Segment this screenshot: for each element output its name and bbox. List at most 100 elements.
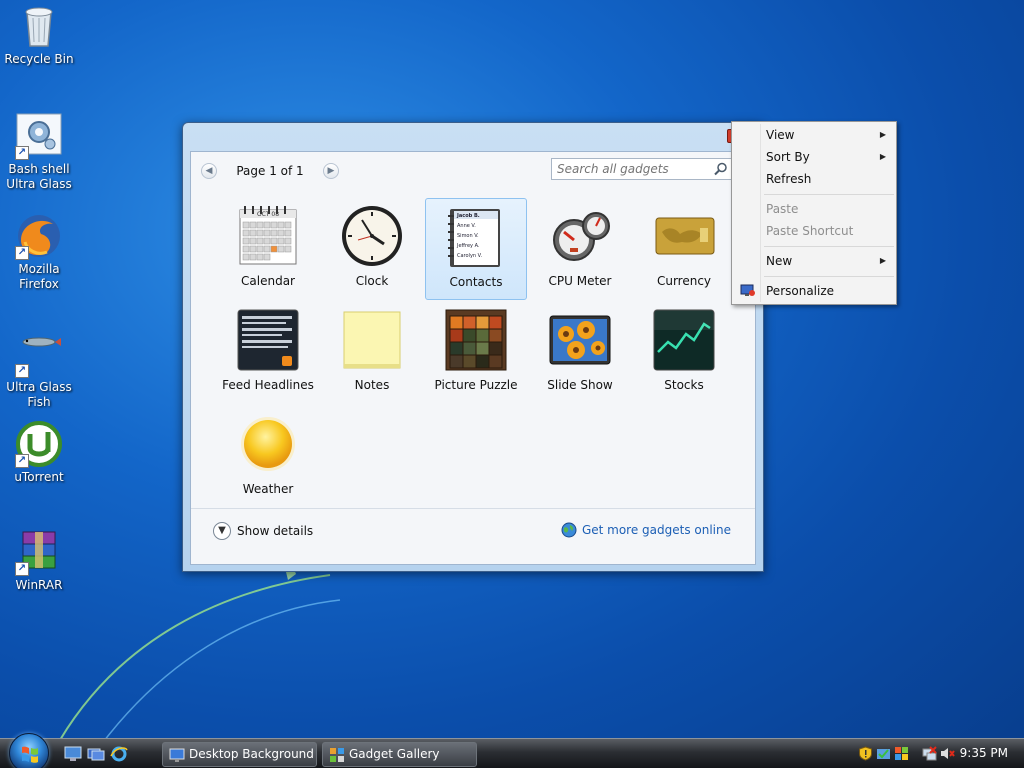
gadget-name: Picture Puzzle: [434, 378, 518, 392]
search-icon[interactable]: [714, 162, 728, 176]
windows-flag-icon[interactable]: [894, 746, 909, 761]
menu-item-label: Refresh: [766, 172, 812, 186]
contact-name: Carolyn V.: [457, 253, 483, 259]
search-box[interactable]: [551, 158, 733, 180]
feed-headlines-icon: [236, 308, 300, 372]
desktop-icon-label: Ultra Glass Fish: [6, 380, 72, 409]
volume-muted-icon[interactable]: [940, 746, 955, 761]
contacts-list: Jacob B. Anne V. Simon V. Jeffrey A. Car…: [457, 211, 497, 261]
gadget-name: Weather: [242, 482, 294, 496]
show-details-label: Show details: [237, 524, 314, 538]
menu-separator: [764, 194, 894, 195]
menu-item-refresh[interactable]: Refresh: [734, 168, 894, 190]
gadget-currency[interactable]: Currency: [633, 198, 735, 300]
menu-item-label: Sort By: [766, 150, 810, 164]
gadget-feed-headlines[interactable]: Feed Headlines: [217, 302, 319, 404]
gadget-picture-puzzle[interactable]: Picture Puzzle: [425, 302, 527, 404]
gadget-name: Notes: [354, 378, 390, 392]
shortcut-arrow-icon: ↗: [15, 562, 29, 576]
menu-item-view[interactable]: View ▶: [734, 124, 894, 146]
calendar-icon: OCT 08: [236, 204, 300, 268]
shortcut-arrow-icon: ↗: [15, 246, 29, 260]
gadget-calendar[interactable]: OCT 08 Calendar: [217, 198, 319, 300]
currency-icon: [652, 204, 716, 268]
desktop-icon-bash-shell[interactable]: ↗ Bash shell Ultra Glass: [2, 112, 76, 192]
gallery-body: ◀ Page 1 of 1 ▶ Search all gadgets OCT 0…: [190, 151, 756, 565]
shortcut-arrow-icon: ↗: [15, 364, 29, 378]
stocks-icon: [652, 308, 716, 372]
update-icon[interactable]: [876, 746, 891, 761]
personalize-icon: [740, 284, 755, 296]
calendar-month: OCT 08: [256, 211, 280, 218]
submenu-arrow-icon: ▶: [879, 256, 886, 265]
shortcut-arrow-icon: ↗: [15, 146, 29, 160]
desktop-icon-label: Bash shell Ultra Glass: [6, 162, 72, 191]
gadget-slide-show[interactable]: Slide Show: [529, 302, 631, 404]
picture-puzzle-icon: [444, 308, 508, 372]
menu-item-paste[interactable]: Paste: [734, 198, 894, 220]
footer-divider: [191, 508, 755, 509]
menu-item-label: New: [766, 254, 793, 268]
shortcut-arrow-icon: ↗: [15, 454, 29, 468]
taskbar: Desktop Background Gadget Gallery 9:35 P…: [0, 733, 1024, 768]
gadget-weather[interactable]: Weather: [217, 406, 319, 508]
get-more-label: Get more gadgets online: [581, 523, 731, 537]
desktop-context-menu: View ▶ Sort By ▶ Refresh Paste Paste Sho…: [731, 121, 897, 305]
menu-item-label: Personalize: [766, 284, 835, 298]
gadget-cpu-meter[interactable]: CPU Meter: [529, 198, 631, 300]
prev-page-button[interactable]: ◀: [201, 163, 217, 179]
get-more-gadgets-link[interactable]: Get more gadgets online: [561, 522, 731, 538]
gadget-name: Stocks: [664, 378, 704, 392]
contacts-icon: Jacob B. Anne V. Simon V. Jeffrey A. Car…: [444, 205, 508, 269]
taskbar-button-gadget-gallery[interactable]: Gadget Gallery: [322, 742, 477, 767]
switch-windows-icon[interactable]: [87, 746, 105, 762]
taskbar-button-desktop-background[interactable]: Desktop Background: [162, 742, 317, 767]
desktop-icon-label: Mozilla Firefox: [18, 262, 60, 291]
menu-item-label: View: [766, 128, 795, 142]
fish-icon: ↗: [15, 330, 63, 378]
desktop-icon-firefox[interactable]: ↗ Mozilla Firefox: [2, 212, 76, 292]
show-desktop-icon[interactable]: [64, 746, 82, 762]
desktop-icon-winrar[interactable]: ↗ WinRAR: [2, 528, 76, 593]
clock[interactable]: 9:35 PM: [960, 746, 1008, 760]
chevron-down-icon: ▼: [213, 522, 231, 540]
internet-explorer-icon[interactable]: [110, 746, 128, 762]
menu-item-sort-by[interactable]: Sort By ▶: [734, 146, 894, 168]
gadget-clock[interactable]: Clock: [321, 198, 423, 300]
desktop-icon-label: WinRAR: [15, 578, 63, 592]
menu-item-personalize[interactable]: Personalize: [734, 280, 894, 302]
contact-name: Jacob B.: [457, 213, 480, 219]
gadget-notes[interactable]: Notes: [321, 302, 423, 404]
gadget-name: Slide Show: [547, 378, 613, 392]
gadget-name: Contacts: [449, 275, 503, 289]
gadget-name: Calendar: [241, 274, 295, 288]
security-shield-icon[interactable]: [858, 746, 873, 761]
utorrent-icon: ↗: [15, 420, 63, 468]
desktop-icon-ultra-glass-fish[interactable]: ↗ Ultra Glass Fish: [2, 330, 76, 410]
notes-icon: [340, 308, 404, 372]
start-button[interactable]: [9, 733, 49, 768]
menu-item-new[interactable]: New ▶: [734, 250, 894, 272]
menu-item-label: Paste Shortcut: [766, 224, 854, 238]
contact-name: Anne V.: [457, 223, 476, 229]
search-input[interactable]: [557, 162, 707, 176]
page-label: Page 1 of 1: [236, 164, 304, 178]
desktop-icon-recycle-bin[interactable]: Recycle Bin: [2, 2, 76, 67]
menu-item-label: Paste: [766, 202, 799, 216]
slide-show-icon: [548, 308, 612, 372]
gadget-stocks[interactable]: Stocks: [633, 302, 735, 404]
menu-separator: [764, 246, 894, 247]
show-details-button[interactable]: ▼ Show details: [213, 522, 313, 540]
next-page-button[interactable]: ▶: [323, 163, 339, 179]
network-disconnected-icon[interactable]: [922, 746, 937, 761]
gadget-gallery-window[interactable]: ◀ Page 1 of 1 ▶ Search all gadgets OCT 0…: [182, 122, 764, 572]
menu-item-paste-shortcut[interactable]: Paste Shortcut: [734, 220, 894, 242]
pager: ◀ Page 1 of 1 ▶: [201, 160, 339, 182]
gadget-contacts[interactable]: Jacob B. Anne V. Simon V. Jeffrey A. Car…: [425, 198, 527, 300]
gadget-name: Currency: [656, 274, 712, 288]
contact-name: Simon V.: [457, 233, 479, 239]
gadget-name: Clock: [355, 274, 389, 288]
desktop-icon-utorrent[interactable]: ↗ uTorrent: [2, 420, 76, 485]
gadget-name: Feed Headlines: [222, 378, 314, 392]
taskbar-button-label: Desktop Background: [189, 747, 314, 761]
